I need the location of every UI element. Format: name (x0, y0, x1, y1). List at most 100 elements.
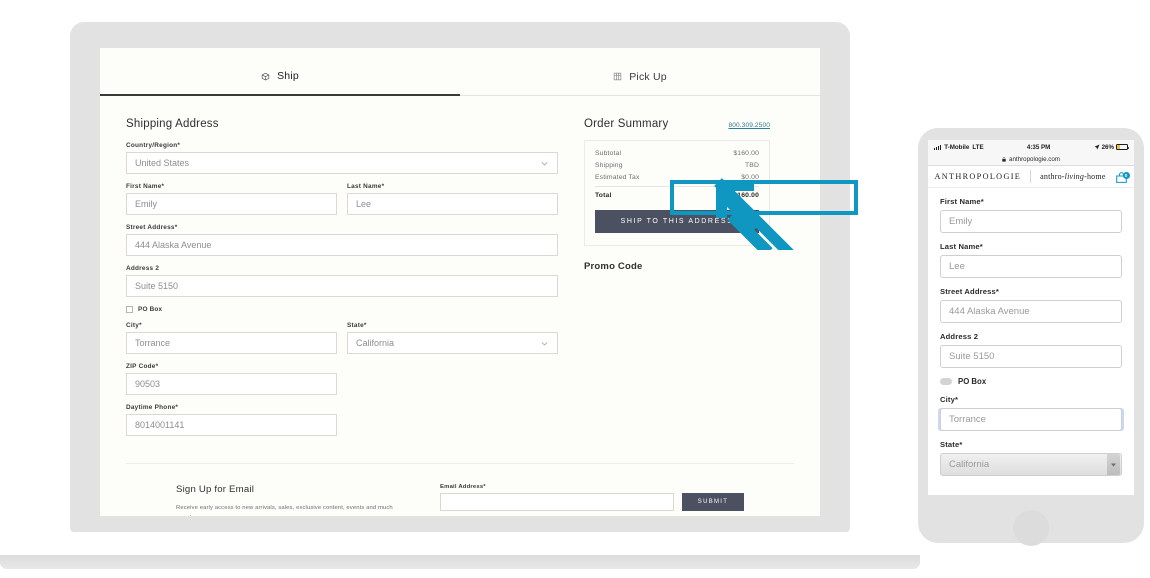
phone-state-dropdown-button[interactable] (1107, 454, 1120, 475)
battery-percent: 26% (1101, 143, 1114, 151)
caret-down-icon (1111, 462, 1116, 467)
laptop-device: Ship Pick Up Shipping Address Country/Re… (0, 22, 920, 569)
phone-home-button[interactable] (1013, 510, 1049, 546)
chevron-down-icon (541, 341, 548, 346)
signup-copy: Sign Up for Email Receive early access t… (176, 484, 406, 516)
order-summary-panel: Order Summary 800.309.2500 Subtotal $160… (584, 118, 770, 445)
phone-street-address-input[interactable]: 444 Alaska Avenue (940, 300, 1122, 323)
phone-address-2-input[interactable]: Suite 5150 (940, 345, 1122, 368)
clock: 4:35 PM (1026, 143, 1051, 151)
email-signup-section: Sign Up for Email Receive early access t… (126, 463, 794, 516)
field-daytime-phone-label: Daytime Phone* (126, 404, 179, 411)
phone-city-input[interactable]: Torrance (940, 408, 1122, 431)
street-address-input[interactable]: 444 Alaska Avenue (126, 234, 558, 256)
summary-label-tax: Estimated Tax (595, 174, 640, 181)
shipping-form: Shipping Address Country/Region* United … (126, 118, 558, 445)
shopping-bag-icon[interactable]: 0 (1115, 171, 1130, 183)
phone-shipping-form: First Name* Emily Last Name* Lee Street … (928, 188, 1134, 476)
field-last-name-label: Last Name* (347, 183, 385, 190)
field-address-2: Address 2 Suite 5150 (126, 265, 558, 297)
address-2-input[interactable]: Suite 5150 (126, 275, 558, 297)
customer-service-phone-link[interactable]: 800.309.2500 (728, 122, 770, 129)
first-name-input[interactable]: Emily (126, 193, 337, 215)
phone-address-2-label: Address 2 (940, 332, 979, 341)
state-select[interactable]: California (347, 332, 558, 354)
po-box-row[interactable]: PO Box (126, 306, 558, 313)
signup-body: Receive early access to new arrivals, sa… (176, 505, 393, 516)
laptop-screen: Ship Pick Up Shipping Address Country/Re… (100, 48, 820, 516)
store-icon (613, 72, 622, 81)
carrier-name: T-Mobile (944, 143, 970, 151)
tab-ship-label: Ship (277, 70, 299, 82)
phone-state-select[interactable]: California (940, 453, 1122, 476)
city-input[interactable]: Torrance (126, 332, 337, 354)
country-select-value: United States (135, 158, 190, 168)
daytime-phone-input[interactable]: 8014001141 (126, 414, 337, 436)
field-last-name: Last Name* Lee (347, 183, 558, 215)
field-city-label: City* (126, 322, 142, 329)
phone-url-bar[interactable]: anthropologie.com (928, 154, 1134, 166)
email-address-label: Email Address* (440, 484, 486, 490)
summary-label-shipping: Shipping (595, 162, 623, 169)
phone-street-address-label: Street Address* (940, 287, 999, 296)
location-arrow-icon (1094, 144, 1100, 150)
checkout-body: Shipping Address Country/Region* United … (100, 96, 820, 445)
field-country: Country/Region* United States (126, 142, 558, 174)
field-spacer-2 (347, 404, 558, 436)
field-country-label: Country/Region* (126, 142, 181, 149)
signal-bars-icon (934, 144, 942, 150)
phone-status-bar: T-Mobile LTE 4:35 PM 26% (928, 140, 1134, 154)
brand-divider (1030, 170, 1032, 183)
phone-state-label: State* (940, 440, 963, 449)
signup-heading: Sign Up for Email (176, 484, 255, 495)
summary-row-shipping: Shipping TBD (595, 162, 759, 169)
phone-brand-bar: ANTHROPOLOGIE anthro-living-home 0 (928, 166, 1134, 188)
brand-part-b: living (1064, 172, 1085, 181)
po-box-label: PO Box (138, 306, 163, 313)
summary-label-total: Total (595, 192, 612, 199)
phone-city-label: City* (940, 395, 959, 404)
phone-first-name-input[interactable]: Emily (940, 210, 1122, 233)
email-input[interactable] (440, 493, 674, 511)
order-summary-header: Order Summary 800.309.2500 (584, 118, 770, 130)
tab-pickup[interactable]: Pick Up (460, 70, 820, 96)
chevron-down-icon (541, 161, 548, 166)
tab-ship[interactable]: Ship (100, 70, 460, 96)
annotation-arrow (714, 178, 804, 266)
anthro-living-home-logo[interactable]: anthro-living-home (1040, 172, 1105, 181)
shipping-heading: Shipping Address (126, 118, 219, 130)
phone-po-box-toggle[interactable] (940, 378, 952, 385)
brand-part-a: anthro (1040, 172, 1062, 181)
phone-po-box-label: PO Box (958, 377, 987, 386)
country-select[interactable]: United States (126, 152, 558, 174)
summary-row-subtotal: Subtotal $160.00 (595, 150, 759, 157)
network-type: LTE (972, 143, 984, 151)
field-first-name: First Name* Emily (126, 183, 337, 215)
last-name-input[interactable]: Lee (347, 193, 558, 215)
field-zip-code: ZIP Code* 90503 (126, 363, 337, 395)
summary-label-subtotal: Subtotal (595, 150, 622, 157)
phone-last-name-input[interactable]: Lee (940, 255, 1122, 278)
field-city: City* Torrance (126, 322, 337, 354)
submit-button[interactable]: SUBMIT (682, 493, 744, 511)
promo-code-label[interactable]: Promo Code (584, 261, 770, 272)
phone-device: T-Mobile LTE 4:35 PM 26% anthropologie.c… (918, 128, 1144, 546)
anthropologie-logo[interactable]: ANTHROPOLOGIE (934, 172, 1021, 181)
field-street-address: Street Address* 444 Alaska Avenue (126, 224, 558, 256)
zip-code-input[interactable]: 90503 (126, 373, 337, 395)
summary-value-shipping: TBD (744, 162, 759, 169)
field-state-label: State* (347, 322, 367, 329)
laptop-base (0, 555, 920, 569)
lock-icon (1002, 157, 1006, 162)
field-daytime-phone: Daytime Phone* 8014001141 (126, 404, 337, 436)
phone-po-box-row[interactable]: PO Box (940, 377, 1122, 386)
screenshot-stage: Ship Pick Up Shipping Address Country/Re… (0, 0, 1150, 578)
field-first-name-label: First Name* (126, 183, 165, 190)
order-summary-title: Order Summary (584, 118, 669, 130)
phone-first-name-label: First Name* (940, 197, 984, 206)
state-select-value: California (356, 338, 395, 348)
bag-count-badge: 0 (1122, 171, 1130, 179)
po-box-checkbox[interactable] (126, 306, 133, 313)
delivery-method-tabs: Ship Pick Up (100, 48, 820, 96)
phone-screen: T-Mobile LTE 4:35 PM 26% anthropologie.c… (928, 140, 1134, 495)
